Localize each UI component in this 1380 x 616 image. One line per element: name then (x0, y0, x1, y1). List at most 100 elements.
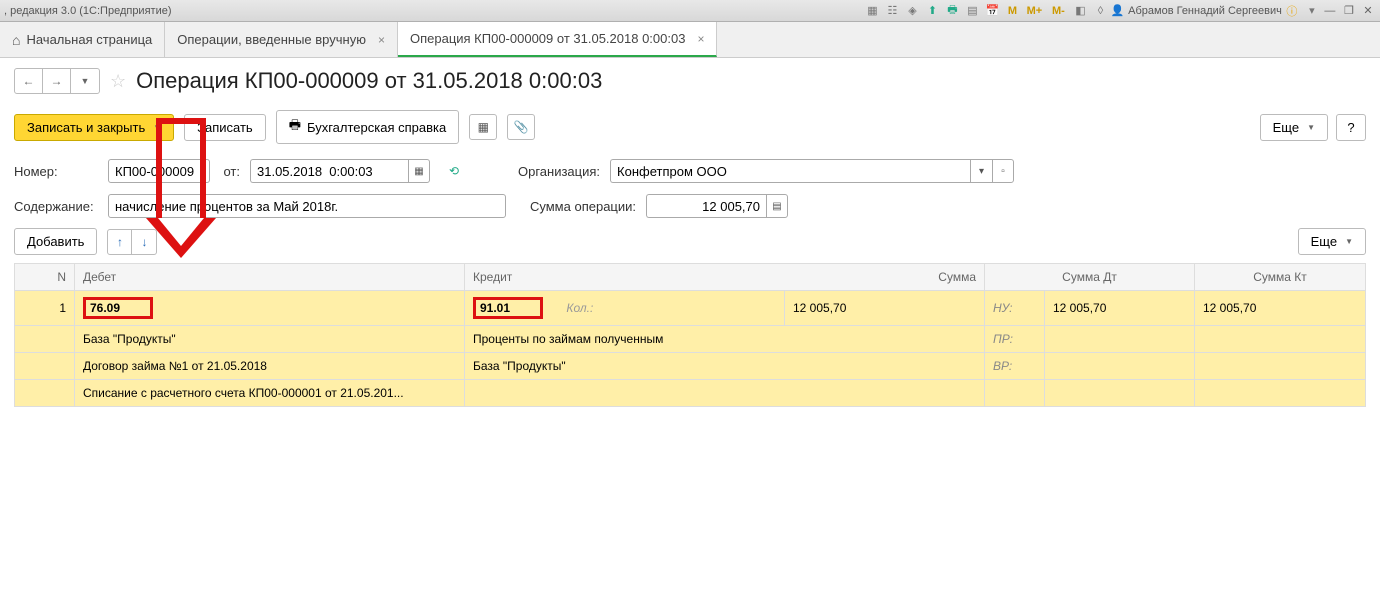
debit-sub3: Списание с расчетного счета КП00-000001 … (75, 380, 465, 407)
vp-label: ВР: (985, 353, 1045, 380)
tool-icon-2[interactable]: ☷ (883, 3, 901, 19)
minimize-icon[interactable]: — (1322, 5, 1338, 17)
app-title: , редакция 3.0 (1С:Предприятие) (4, 5, 172, 17)
sum-label: Сумма операции: (530, 199, 636, 214)
date-field[interactable] (250, 159, 408, 183)
tab-close-icon[interactable]: × (378, 33, 385, 47)
tab-close-icon[interactable]: × (697, 32, 704, 46)
m-minus-icon[interactable]: M- (1047, 3, 1069, 19)
table-row[interactable]: Списание с расчетного счета КП00-000001 … (15, 380, 1366, 407)
debit-sub2: Договор займа №1 от 21.05.2018 (75, 353, 465, 380)
save-close-label: Записать и закрыть (27, 120, 145, 135)
col-n[interactable]: N (15, 264, 75, 291)
nav-back-button[interactable]: ← (15, 69, 43, 93)
content: ← → ▼ ☆ Операция КП00-000009 от 31.05.20… (0, 58, 1380, 417)
org-label: Организация: (518, 164, 600, 179)
tab-home[interactable]: ⌂ Начальная страница (0, 22, 165, 57)
cell-credit-acc: 91.01 Кол.: (465, 291, 785, 326)
user-name: Абрамов Геннадий Сергеевич (1128, 5, 1282, 17)
m-icon[interactable]: M (1003, 3, 1021, 19)
chevron-down-icon: ▼ (1345, 237, 1353, 246)
debit-sub1: База "Продукты" (75, 326, 465, 353)
tab-operations-label: Операции, введенные вручную (177, 32, 366, 47)
table-row[interactable]: База "Продукты" Проценты по займам получ… (15, 326, 1366, 353)
report-label: Бухгалтерская справка (307, 120, 446, 135)
calc-button[interactable]: ▤ (766, 194, 788, 218)
cell-sum: 12 005,70 (785, 291, 985, 326)
credit-account-highlight: 91.01 (473, 297, 543, 319)
chevron-down-icon: ▼ (153, 123, 161, 132)
page-title: Операция КП00-000009 от 31.05.2018 0:00:… (136, 68, 602, 94)
calendar-icon[interactable]: 📅 (983, 3, 1001, 19)
col-credit[interactable]: КредитСумма (465, 264, 985, 291)
move-down-button[interactable]: ↓ (132, 230, 156, 254)
favorite-star-icon[interactable]: ☆ (110, 71, 126, 92)
info-icon[interactable]: ⓘ (1283, 3, 1301, 19)
tool-icon-5[interactable]: ◧ (1071, 3, 1089, 19)
m-plus-icon[interactable]: M+ (1023, 3, 1045, 19)
struct-icon-button[interactable]: ▦ (469, 114, 497, 140)
org-open-button[interactable]: ▫ (992, 159, 1014, 183)
printer-icon: 🖶 (289, 116, 301, 138)
table-row[interactable]: Договор займа №1 от 21.05.2018 База "Про… (15, 353, 1366, 380)
more-button[interactable]: Еще ▼ (1260, 114, 1328, 141)
number-field[interactable] (108, 159, 210, 183)
date-field-group: ▦ (250, 159, 430, 183)
tool-icon-1[interactable]: ▦ (863, 3, 881, 19)
refresh-icon[interactable]: ⟲ (440, 158, 468, 184)
move-buttons: ↑ ↓ (107, 229, 157, 255)
tab-operation-active[interactable]: Операция КП00-000009 от 31.05.2018 0:00:… (398, 22, 717, 57)
content-label: Содержание: (14, 199, 98, 214)
col-debit[interactable]: Дебет (75, 264, 465, 291)
tab-home-label: Начальная страница (26, 32, 152, 47)
chevron-down-icon: ▼ (1307, 123, 1315, 132)
titlebar: , редакция 3.0 (1С:Предприятие) ▦ ☷ ◈ ⬆ … (0, 0, 1380, 22)
move-up-button[interactable]: ↑ (108, 230, 132, 254)
sum-field-group: ▤ (646, 194, 788, 218)
more2-label: Еще (1311, 234, 1337, 249)
tab-operations[interactable]: Операции, введенные вручную × (165, 22, 398, 57)
col-sum-kt[interactable]: Сумма Кт (1195, 264, 1366, 291)
credit-sub2: База "Продукты" (465, 353, 985, 380)
calendar-button[interactable]: ▦ (408, 159, 430, 183)
number-label: Номер: (14, 164, 98, 179)
org-dropdown-button[interactable]: ▾ (970, 159, 992, 183)
tab-active-label: Операция КП00-000009 от 31.05.2018 0:00:… (410, 31, 685, 46)
tool-icon-6[interactable]: ◊ (1091, 3, 1109, 19)
home-icon: ⌂ (12, 32, 20, 48)
help-button[interactable]: ? (1336, 114, 1366, 141)
nav-dropdown-button[interactable]: ▼ (71, 69, 99, 93)
nav-arrows: ← → ▼ (14, 68, 100, 94)
window-controls: — ❐ ✕ (1322, 4, 1376, 17)
cell-nu-kt: 12 005,70 (1195, 291, 1366, 326)
cell-n: 1 (15, 291, 75, 326)
pr-label: ПР: (985, 326, 1045, 353)
table-header: N Дебет КредитСумма Сумма Дт Сумма Кт (15, 264, 1366, 291)
attach-icon-button[interactable]: 📎 (507, 114, 535, 140)
maximize-icon[interactable]: ❐ (1341, 4, 1357, 17)
save-close-button[interactable]: Записать и закрыть ▼ (14, 114, 174, 141)
close-icon[interactable]: ✕ (1360, 4, 1376, 17)
table-row[interactable]: 1 76.09 91.01 Кол.: 12 005,70 НУ: 12 005… (15, 291, 1366, 326)
nav-fwd-button[interactable]: → (43, 69, 71, 93)
cell-nu-dt: 12 005,70 (1045, 291, 1195, 326)
tool-icon-4[interactable]: ⬆ (923, 3, 941, 19)
report-button[interactable]: 🖶 Бухгалтерская справка (276, 110, 460, 144)
content-field[interactable] (108, 194, 506, 218)
kol-label: Кол.: (566, 301, 593, 315)
print-icon[interactable]: 🖶 (943, 3, 961, 19)
nu-label: НУ: (985, 291, 1045, 326)
doc-icon[interactable]: ▤ (963, 3, 981, 19)
dropdown-icon[interactable]: ▾ (1303, 3, 1321, 19)
col-sum-dt[interactable]: Сумма Дт (985, 264, 1195, 291)
add-button[interactable]: Добавить (14, 228, 97, 255)
sum-field[interactable] (646, 194, 766, 218)
save-button[interactable]: Записать (184, 114, 266, 141)
user-menu[interactable]: 👤 Абрамов Геннадий Сергеевич (1110, 4, 1281, 17)
entries-table: N Дебет КредитСумма Сумма Дт Сумма Кт 1 … (14, 263, 1366, 407)
debit-account-highlight: 76.09 (83, 297, 153, 319)
tool-icon-3[interactable]: ◈ (903, 3, 921, 19)
more2-button[interactable]: Еще ▼ (1298, 228, 1366, 255)
tab-bar: ⌂ Начальная страница Операции, введенные… (0, 22, 1380, 58)
org-field[interactable] (610, 159, 970, 183)
